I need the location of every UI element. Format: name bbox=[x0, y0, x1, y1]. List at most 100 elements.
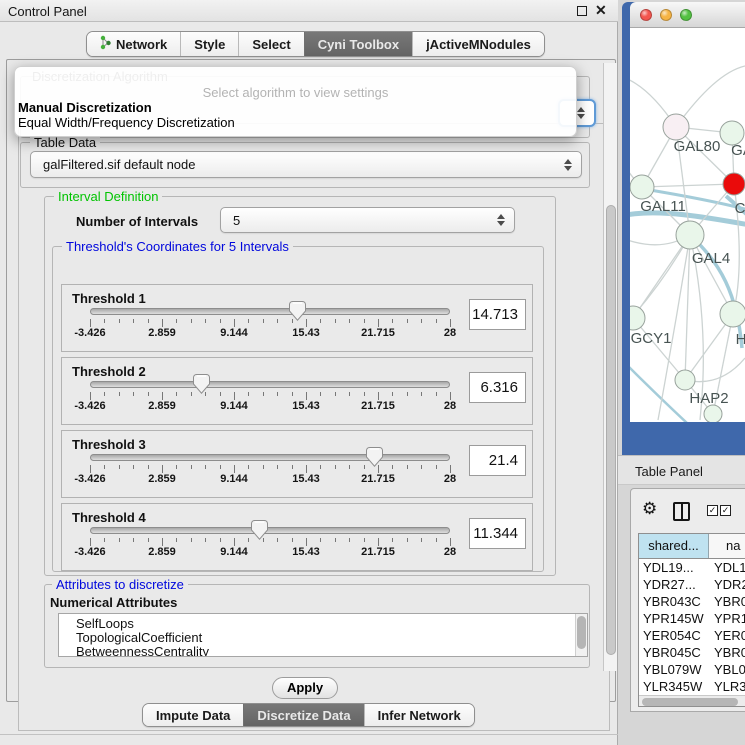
node-attribute-table: shared... na YDL19...YDL1YDR27...YDR2YBR… bbox=[638, 533, 745, 707]
network-node[interactable] bbox=[676, 221, 704, 249]
column-header-name[interactable]: na bbox=[709, 534, 745, 558]
network-edge[interactable] bbox=[676, 66, 745, 127]
table-row[interactable]: YBR043CYBR0 bbox=[639, 593, 745, 610]
slider-track[interactable] bbox=[90, 454, 450, 461]
slider-tick-label: 15.43 bbox=[274, 473, 338, 485]
threshold-value-input[interactable]: 6.316 bbox=[469, 372, 526, 403]
table-header-row: shared... na bbox=[639, 534, 745, 559]
slider-thumb[interactable] bbox=[289, 301, 306, 321]
table-cell-name: YDR2 bbox=[709, 576, 745, 593]
network-node[interactable] bbox=[630, 175, 654, 199]
tab-select[interactable]: Select bbox=[238, 32, 303, 56]
columns-icon[interactable] bbox=[673, 502, 690, 521]
threshold-value-input[interactable]: 21.4 bbox=[469, 445, 526, 476]
network-node[interactable] bbox=[663, 114, 689, 140]
tab-label: Infer Network bbox=[378, 708, 461, 723]
network-edge[interactable] bbox=[642, 184, 734, 187]
scrollbar-thumb[interactable] bbox=[642, 698, 738, 706]
network-node[interactable] bbox=[675, 370, 695, 390]
slider-thumb[interactable] bbox=[193, 374, 210, 394]
tab-discretize-data[interactable]: Discretize Data bbox=[243, 704, 363, 726]
numerical-attributes-label: Numerical Attributes bbox=[50, 595, 177, 610]
column-header-shared-name[interactable]: shared... bbox=[639, 534, 709, 558]
slider-tick-mark bbox=[335, 392, 336, 396]
slider-thumb[interactable] bbox=[251, 520, 268, 540]
threshold-value-input[interactable]: 11.344 bbox=[469, 518, 526, 549]
slider-tick-mark bbox=[220, 392, 221, 396]
tab-network[interactable]: Network bbox=[87, 32, 180, 56]
slider-tick-mark bbox=[148, 538, 149, 542]
number-of-intervals-combobox[interactable]: 5 bbox=[220, 207, 515, 233]
numerical-attributes-list[interactable]: SelfLoopsTopologicalCoefficientBetweenne… bbox=[58, 613, 588, 657]
network-node[interactable] bbox=[720, 301, 745, 327]
bottom-tab-bar: Impute Data Discretize Data Infer Networ… bbox=[142, 703, 475, 727]
tab-infer-network[interactable]: Infer Network bbox=[364, 704, 474, 726]
slider-thumb[interactable] bbox=[366, 447, 383, 467]
table-hscrollbar-track[interactable] bbox=[639, 695, 745, 707]
table-row[interactable]: YDR27...YDR2 bbox=[639, 576, 745, 593]
table-body: YDL19...YDL1YDR27...YDR2YBR043CYBR0YPR14… bbox=[639, 559, 745, 707]
table-data-combobox[interactable]: galFiltered.sif default node bbox=[30, 151, 582, 178]
tab-cyni-toolbox[interactable]: Cyni Toolbox bbox=[304, 32, 412, 56]
network-node-label: GA bbox=[731, 142, 745, 159]
combo-stepper-icon bbox=[564, 159, 572, 171]
dropdown-option-equal-width-frequency[interactable]: Equal Width/Frequency Discretization bbox=[15, 115, 576, 130]
slider-track[interactable] bbox=[90, 381, 450, 388]
checkbox-icon[interactable]: ✓ bbox=[720, 505, 731, 516]
gear-icon[interactable]: ⚙ bbox=[642, 499, 657, 519]
threshold-slider[interactable]: -3.4262.8599.14415.4321.71528 bbox=[62, 431, 532, 497]
slider-tick-label: 21.715 bbox=[346, 473, 410, 485]
table-row[interactable]: YER054CYER0 bbox=[639, 627, 745, 644]
float-window-icon[interactable] bbox=[577, 6, 587, 16]
threshold-panel: Threshold 1-3.4262.8599.14415.4321.71528… bbox=[61, 284, 533, 352]
attribute-list-item[interactable]: TopologicalCoefficient bbox=[59, 631, 587, 645]
attributes-scrollbar-track[interactable] bbox=[575, 614, 587, 656]
slider-track[interactable] bbox=[90, 527, 450, 534]
tab-jactivemnodules[interactable]: jActiveMNodules bbox=[412, 32, 544, 56]
table-row[interactable]: YDL19...YDL1 bbox=[639, 559, 745, 576]
checkbox-icon[interactable]: ✓ bbox=[707, 505, 718, 516]
slider-tick-mark bbox=[392, 392, 393, 396]
table-row[interactable]: YBL079WYBL0 bbox=[639, 661, 745, 678]
threshold-slider[interactable]: -3.4262.8599.14415.4321.71528 bbox=[62, 504, 532, 570]
slider-tick-mark bbox=[148, 319, 149, 323]
thresholds-group: Threshold 1-3.4262.8599.14415.4321.71528… bbox=[52, 246, 544, 572]
apply-button[interactable]: Apply bbox=[272, 677, 338, 699]
attribute-list-item[interactable]: BetweennessCentrality bbox=[59, 645, 587, 657]
table-row[interactable]: YPR145WYPR1 bbox=[639, 610, 745, 627]
threshold-slider[interactable]: -3.4262.8599.14415.4321.71528 bbox=[62, 358, 532, 424]
window-minimize-light-icon[interactable] bbox=[660, 9, 672, 21]
network-node[interactable] bbox=[704, 405, 722, 422]
scrollbar-thumb[interactable] bbox=[577, 616, 586, 649]
network-edge[interactable] bbox=[658, 235, 690, 420]
network-node-label: GCY1 bbox=[631, 330, 672, 347]
slider-tick-mark bbox=[133, 392, 134, 396]
network-edge[interactable] bbox=[633, 235, 690, 318]
attribute-list-item[interactable]: SelfLoops bbox=[59, 617, 587, 631]
close-icon[interactable]: ✕ bbox=[595, 2, 607, 19]
dropdown-prompt-item[interactable]: Select algorithm to view settings bbox=[15, 86, 576, 100]
network-node[interactable] bbox=[723, 173, 745, 195]
threshold-slider[interactable]: -3.4262.8599.14415.4321.71528 bbox=[62, 285, 532, 351]
window-zoom-light-icon[interactable] bbox=[680, 9, 692, 21]
dropdown-option-manual-discretization[interactable]: Manual Discretization bbox=[15, 100, 576, 115]
tab-impute-data[interactable]: Impute Data bbox=[143, 704, 243, 726]
window-close-light-icon[interactable] bbox=[640, 9, 652, 21]
scrollbar-thumb[interactable] bbox=[606, 205, 616, 655]
settings-scrollbar-track[interactable] bbox=[603, 63, 617, 671]
slider-tick-mark bbox=[421, 392, 422, 396]
slider-tick-mark bbox=[378, 319, 379, 327]
tab-style[interactable]: Style bbox=[180, 32, 238, 56]
network-edge[interactable] bbox=[685, 235, 690, 380]
screen: Control Panel ✕ Network Style Select Cyn… bbox=[0, 0, 745, 745]
table-panel-window: ⚙ ✓ ✓ shared... na YDL19...YDL1YDR27...Y… bbox=[630, 488, 745, 712]
slider-tick-mark bbox=[191, 319, 192, 323]
table-row[interactable]: YLR345WYLR3 bbox=[639, 678, 745, 695]
table-row[interactable]: YBR045CYBR0 bbox=[639, 644, 745, 661]
slider-track[interactable] bbox=[90, 308, 450, 315]
table-cell-shared-name: YDR27... bbox=[639, 576, 709, 593]
slider-tick-mark bbox=[450, 465, 451, 473]
network-canvas[interactable]: GAL80GACGAL11GAL4GCY1HHAP2 bbox=[630, 28, 745, 422]
network-node[interactable] bbox=[630, 306, 645, 330]
threshold-value-input[interactable]: 14.713 bbox=[469, 299, 526, 330]
